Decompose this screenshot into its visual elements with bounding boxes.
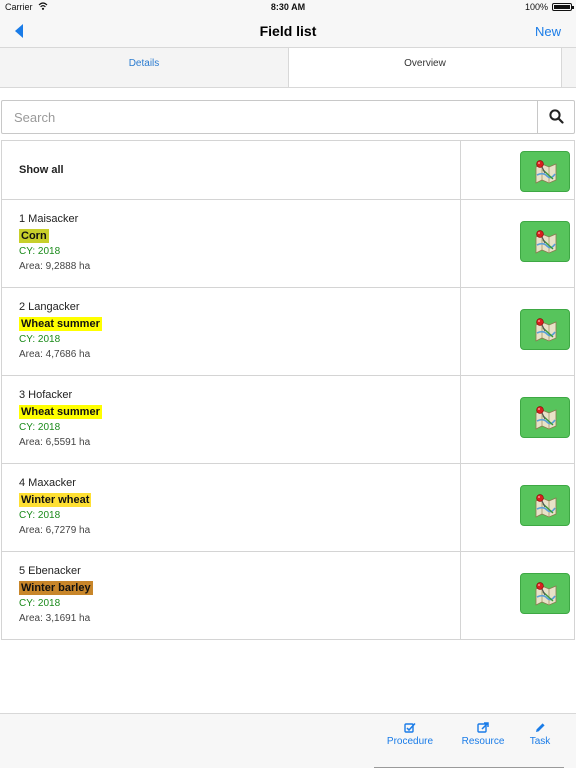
clock: 8:30 AM [270, 2, 306, 12]
field-row[interactable]: 5 Ebenacker Winter barley CY: 2018 Area:… [2, 552, 574, 640]
field-list: Show all 1 Maisacker Corn CY: 2018 Area:… [1, 140, 575, 640]
search-icon [549, 109, 564, 124]
field-area: Area: 4,7686 ha [19, 349, 91, 360]
field-area: Area: 9,2888 ha [19, 261, 91, 272]
external-edit-icon [477, 722, 489, 733]
crop-badge: Winter barley [19, 581, 93, 595]
resource-label: Resource [461, 736, 505, 747]
field-map-button[interactable] [520, 309, 570, 350]
field-name: 5 Ebenacker [19, 565, 81, 577]
crop-year: CY: 2018 [19, 510, 61, 521]
pencil-icon [536, 723, 545, 732]
checkbox-edit-icon [404, 722, 416, 733]
map-pin-icon [535, 318, 557, 342]
field-name: 1 Maisacker [19, 213, 79, 225]
crop-year: CY: 2018 [19, 422, 61, 433]
tab-details[interactable]: Details [0, 48, 288, 87]
page-title: Field list [259, 23, 317, 39]
crop-year: CY: 2018 [19, 246, 61, 257]
field-row[interactable]: 2 Langacker Wheat summer CY: 2018 Area: … [2, 288, 574, 376]
row-divider [460, 464, 461, 551]
battery-icon [552, 3, 574, 11]
field-map-button[interactable] [520, 485, 570, 526]
chevron-left-icon [15, 24, 23, 38]
row-divider [460, 200, 461, 287]
row-divider [460, 141, 461, 199]
crop-year: CY: 2018 [19, 598, 61, 609]
crop-year: CY: 2018 [19, 334, 61, 345]
field-area: Area: 6,7279 ha [19, 525, 91, 536]
new-button[interactable]: New [535, 24, 561, 39]
procedure-label: Procedure [386, 736, 434, 747]
map-pin-icon [535, 582, 557, 606]
bottom-toolbar: Procedure Resource Task [0, 713, 576, 768]
row-divider [460, 552, 461, 639]
row-divider [460, 288, 461, 375]
field-row[interactable]: 4 Maxacker Winter wheat CY: 2018 Area: 6… [2, 464, 574, 552]
crop-badge: Wheat summer [19, 317, 102, 331]
field-map-button[interactable] [520, 221, 570, 262]
resource-button[interactable]: Resource [455, 722, 511, 747]
field-name: 3 Hofacker [19, 389, 73, 401]
tab-bar: Details Overview [0, 48, 576, 88]
field-name: 2 Langacker [19, 301, 80, 313]
map-pin-icon [535, 406, 557, 430]
status-bar: Carrier 8:30 AM 100% [0, 0, 576, 14]
field-name: 4 Maxacker [19, 477, 76, 489]
task-button[interactable]: Task [520, 722, 560, 747]
navigation-bar: Field list New [0, 14, 576, 48]
map-pin-icon [535, 494, 557, 518]
field-row[interactable]: 1 Maisacker Corn CY: 2018 Area: 9,2888 h… [2, 200, 574, 288]
map-pin-icon [535, 230, 557, 254]
procedure-button[interactable]: Procedure [382, 722, 438, 747]
search-button[interactable] [537, 101, 574, 133]
show-all-row[interactable]: Show all [2, 141, 574, 200]
field-area: Area: 3,1691 ha [19, 613, 91, 624]
field-area: Area: 6,5591 ha [19, 437, 91, 448]
crop-badge: Wheat summer [19, 405, 102, 419]
field-map-button[interactable] [520, 573, 570, 614]
search-bar [1, 100, 575, 134]
crop-badge: Winter wheat [19, 493, 92, 507]
tab-overview[interactable]: Overview [288, 48, 562, 87]
crop-badge: Corn [19, 229, 49, 243]
task-label: Task [529, 736, 551, 747]
battery-percent: 100% [524, 2, 548, 12]
show-all-map-button[interactable] [520, 151, 570, 192]
map-pin-icon [535, 160, 557, 184]
show-all-label: Show all [19, 164, 64, 176]
back-button[interactable] [12, 22, 30, 40]
field-row[interactable]: 3 Hofacker Wheat summer CY: 2018 Area: 6… [2, 376, 574, 464]
row-divider [460, 376, 461, 463]
search-input[interactable] [2, 101, 538, 133]
field-map-button[interactable] [520, 397, 570, 438]
